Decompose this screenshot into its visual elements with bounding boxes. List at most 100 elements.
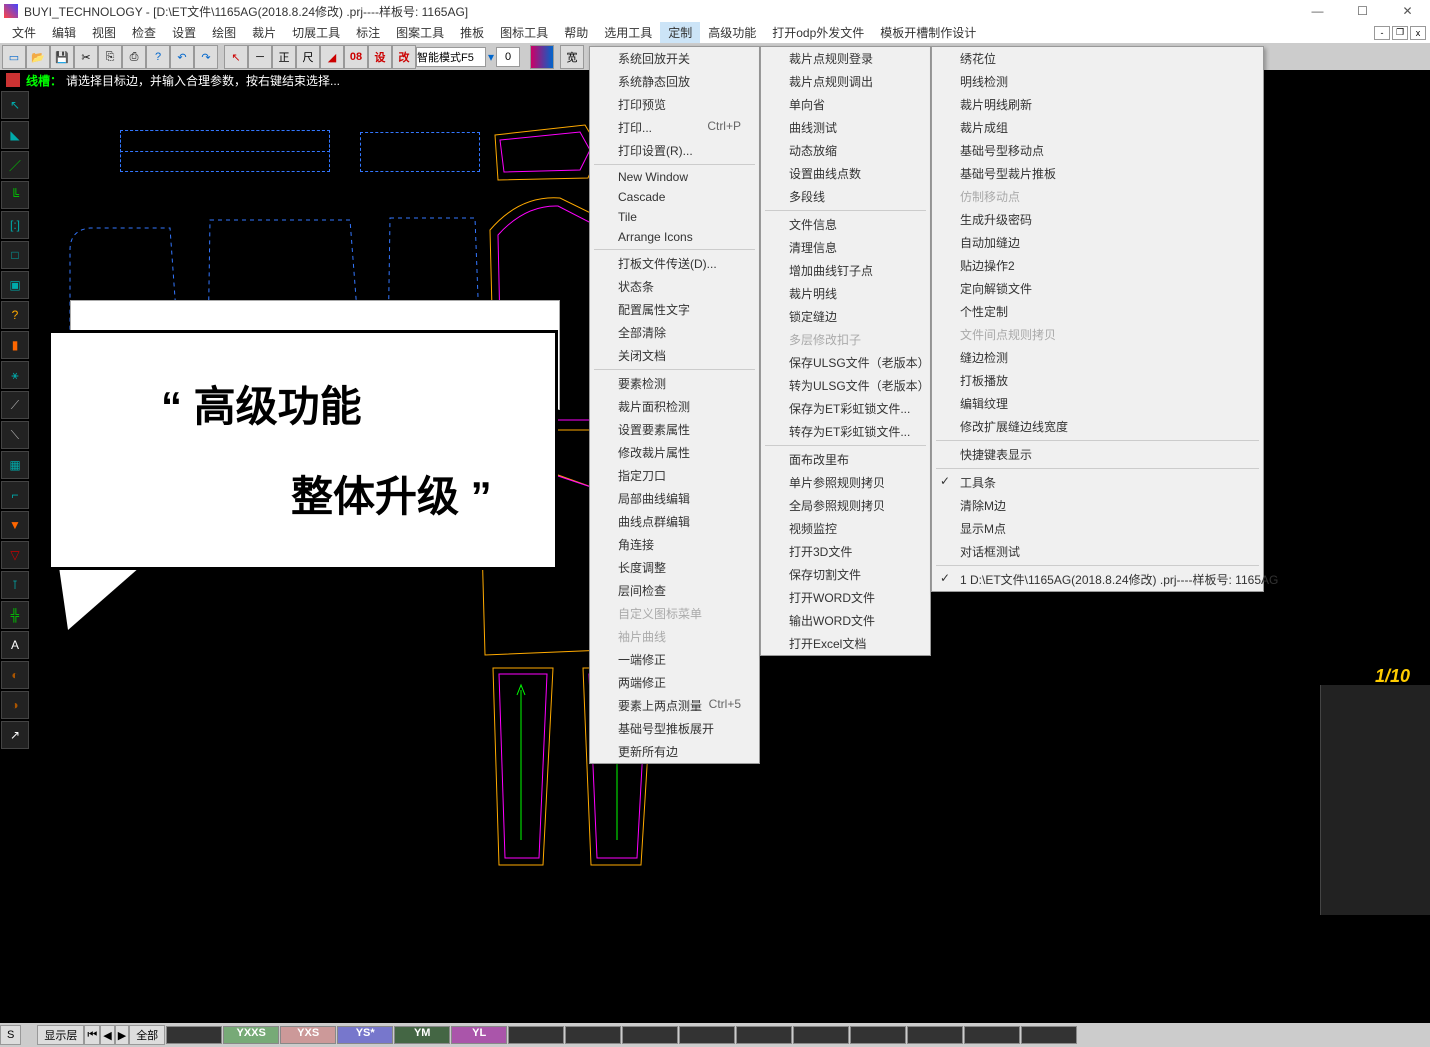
menu-item-裁片成组[interactable]: 裁片成组 (932, 116, 1263, 139)
menu-item-文件信息[interactable]: 文件信息 (761, 213, 930, 236)
size-empty[interactable] (907, 1026, 963, 1044)
side-tool-18[interactable]: A (1, 631, 29, 659)
menu-item-面布改里布[interactable]: 面布改里布 (761, 448, 930, 471)
zheng-icon[interactable]: 正 (272, 45, 296, 69)
menu-item-缝边检测[interactable]: 缝边检测 (932, 346, 1263, 369)
side-tool-2[interactable]: ／ (1, 151, 29, 179)
menu-item-全局参照规则拷贝[interactable]: 全局参照规则拷贝 (761, 494, 930, 517)
menu-帮助[interactable]: 帮助 (556, 22, 596, 43)
size-YS*[interactable]: YS* (337, 1026, 393, 1044)
cut-icon[interactable]: ✂ (74, 45, 98, 69)
color-toggle[interactable] (530, 45, 554, 69)
side-tool-3[interactable]: ╚ (1, 181, 29, 209)
menu-item-New Window[interactable]: New Window (590, 167, 759, 187)
side-tool-11[interactable]: ⟍ (1, 421, 29, 449)
size-YXXS[interactable]: YXXS (223, 1026, 279, 1044)
menu-item-角连接[interactable]: 角连接 (590, 533, 759, 556)
side-tool-13[interactable]: ⌐ (1, 481, 29, 509)
menu-item-转存为ET彩虹锁文件...[interactable]: 转存为ET彩虹锁文件... (761, 420, 930, 443)
mdi-close[interactable]: x (1410, 26, 1426, 40)
size-empty[interactable] (736, 1026, 792, 1044)
close-button[interactable]: ✕ (1385, 0, 1430, 22)
menu-item-编辑纹理[interactable]: 编辑纹理 (932, 392, 1263, 415)
side-tool-15[interactable]: ▽ (1, 541, 29, 569)
size-empty[interactable] (964, 1026, 1020, 1044)
menu-标注[interactable]: 标注 (348, 22, 388, 43)
side-tool-14[interactable]: ▼ (1, 511, 29, 539)
menu-item-修改扩展缝边线宽度[interactable]: 修改扩展缝边线宽度 (932, 415, 1263, 438)
menu-item-转为ULSG文件（老版本）[interactable]: 转为ULSG文件（老版本） (761, 374, 930, 397)
menu-高级功能[interactable]: 高级功能 (700, 22, 764, 43)
menu-item-保存ULSG文件（老版本）[interactable]: 保存ULSG文件（老版本） (761, 351, 930, 374)
side-tool-5[interactable]: □ (1, 241, 29, 269)
num-input[interactable] (496, 47, 520, 67)
menu-item-Cascade[interactable]: Cascade (590, 187, 759, 207)
size-YM[interactable]: YM (394, 1026, 450, 1044)
menu-item-单向省[interactable]: 单向省 (761, 93, 930, 116)
menu-视图[interactable]: 视图 (84, 22, 124, 43)
new-icon[interactable]: ▭ (2, 45, 26, 69)
copy-icon[interactable]: ⎘ (98, 45, 122, 69)
menu-item-自动加缝边[interactable]: 自动加缝边 (932, 231, 1263, 254)
mdi-restore[interactable]: ❐ (1392, 26, 1408, 40)
line-icon[interactable]: ─ (248, 45, 272, 69)
menu-item-长度调整[interactable]: 长度调整 (590, 556, 759, 579)
size-empty[interactable] (1021, 1026, 1077, 1044)
menu-设置[interactable]: 设置 (164, 22, 204, 43)
menu-图标工具[interactable]: 图标工具 (492, 22, 556, 43)
menu-item-打板播放[interactable]: 打板播放 (932, 369, 1263, 392)
menu-item-快捷键表显示[interactable]: 快捷键表显示 (932, 443, 1263, 466)
kuan-btn[interactable]: 宽 (560, 45, 584, 69)
menu-item-个性定制[interactable]: 个性定制 (932, 300, 1263, 323)
menu-item-状态条[interactable]: 状态条 (590, 275, 759, 298)
side-tool-17[interactable]: ╬ (1, 601, 29, 629)
side-tool-6[interactable]: ▣ (1, 271, 29, 299)
menu-item-锁定缝边[interactable]: 锁定缝边 (761, 305, 930, 328)
angle-icon[interactable]: ◢ (320, 45, 344, 69)
menu-item-裁片明线刷新[interactable]: 裁片明线刷新 (932, 93, 1263, 116)
minimize-button[interactable]: — (1295, 0, 1340, 22)
menu-item-清除M边[interactable]: 清除M边 (932, 494, 1263, 517)
menu-item-要素上两点测量[interactable]: 要素上两点测量Ctrl+5 (590, 694, 759, 717)
menu-item-基础号型裁片推板[interactable]: 基础号型裁片推板 (932, 162, 1263, 185)
size-empty[interactable] (850, 1026, 906, 1044)
menu-item-要素检测[interactable]: 要素检测 (590, 372, 759, 395)
menu-item-系统静态回放[interactable]: 系统静态回放 (590, 70, 759, 93)
side-tool-8[interactable]: ▮ (1, 331, 29, 359)
save-icon[interactable]: 💾 (50, 45, 74, 69)
menu-item-Arrange Icons[interactable]: Arrange Icons (590, 227, 759, 247)
footer-rewind[interactable]: ⏮ (84, 1025, 100, 1045)
menu-选用工具[interactable]: 选用工具 (596, 22, 660, 43)
footer-s[interactable]: S (0, 1025, 21, 1045)
num-08[interactable]: 08 (344, 45, 368, 69)
menu-item-配置属性文字[interactable]: 配置属性文字 (590, 298, 759, 321)
menu-item-曲线测试[interactable]: 曲线测试 (761, 116, 930, 139)
menu-item-对话框测试[interactable]: 对话框测试 (932, 540, 1263, 563)
menu-item-贴边操作2[interactable]: 贴边操作2 (932, 254, 1263, 277)
footer-next[interactable]: ▶ (115, 1025, 129, 1045)
menu-编辑[interactable]: 编辑 (44, 22, 84, 43)
menu-文件[interactable]: 文件 (4, 22, 44, 43)
menu-item-打板文件传送(D)...[interactable]: 打板文件传送(D)... (590, 252, 759, 275)
menu-item-全部清除[interactable]: 全部清除 (590, 321, 759, 344)
menu-图案工具[interactable]: 图案工具 (388, 22, 452, 43)
redo-icon[interactable]: ↷ (194, 45, 218, 69)
menu-item-设置曲线点数[interactable]: 设置曲线点数 (761, 162, 930, 185)
size-empty[interactable] (622, 1026, 678, 1044)
side-tool-9[interactable]: ⚹ (1, 361, 29, 389)
menu-item-打开Excel文档[interactable]: 打开Excel文档 (761, 632, 930, 655)
footer-layer[interactable]: 显示层 (37, 1025, 84, 1045)
gai-btn[interactable]: 改 (392, 45, 416, 69)
side-tool-19[interactable]: ◐ (1, 661, 29, 689)
side-tool-20[interactable]: ◑ (1, 691, 29, 719)
menu-item-打开WORD文件[interactable]: 打开WORD文件 (761, 586, 930, 609)
menu-item-1 D:\ET文件\1165AG(2018.8.24修改) .prj----样板号: 1165AG[interactable]: ✓1 D:\ET文件\1165AG(2018.8.24修改) .prj----样… (932, 568, 1263, 591)
menu-item-裁片明线[interactable]: 裁片明线 (761, 282, 930, 305)
menu-item-关闭文档[interactable]: 关闭文档 (590, 344, 759, 367)
menu-item-一端修正[interactable]: 一端修正 (590, 648, 759, 671)
side-tool-1[interactable]: ◣ (1, 121, 29, 149)
side-tool-7[interactable]: ? (1, 301, 29, 329)
menu-检查[interactable]: 检查 (124, 22, 164, 43)
undo-icon[interactable]: ↶ (170, 45, 194, 69)
help-icon[interactable]: ? (146, 45, 170, 69)
